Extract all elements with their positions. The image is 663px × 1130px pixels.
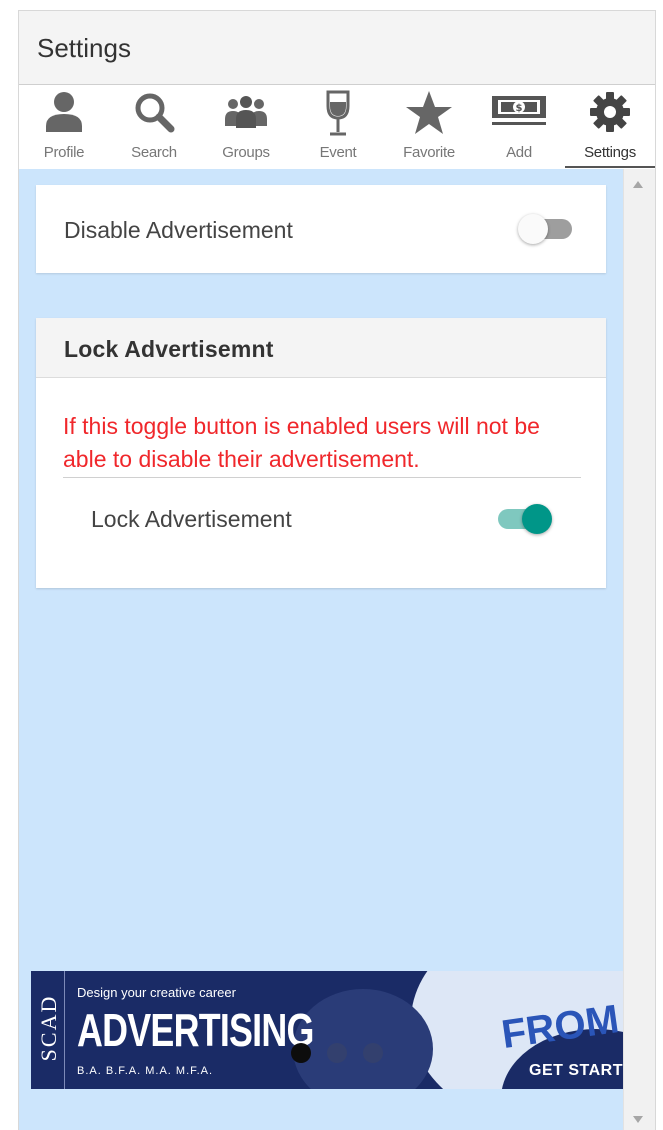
- dollar-bill-icon: $: [492, 96, 546, 125]
- ad-degrees: B.A. B.F.A. M.A. M.F.A.: [77, 1065, 214, 1077]
- tab-event[interactable]: Event: [293, 86, 383, 168]
- disable-advertisement-label: Disable Advertisement: [64, 217, 293, 243]
- tab-label: Groups: [222, 144, 270, 161]
- settings-content: Disable Advertisement Lock Advertisemnt …: [19, 169, 655, 1130]
- lock-card-header: Lock Advertisemnt: [36, 318, 606, 378]
- toggle-knob: [518, 214, 548, 244]
- lock-advertisement-card: Lock Advertisemnt If this toggle button …: [36, 318, 606, 588]
- gear-icon: [590, 92, 630, 132]
- scroll-down-arrow-icon[interactable]: [633, 1116, 643, 1123]
- lock-advertisement-toggle[interactable]: [494, 504, 552, 534]
- lock-advertisement-label: Lock Advertisement: [91, 506, 292, 532]
- tab-label: Add: [506, 144, 532, 161]
- tab-profile[interactable]: Profile: [19, 86, 109, 168]
- tab-label: Search: [131, 144, 177, 161]
- lock-warning-text: If this toggle button is enabled users w…: [63, 410, 581, 478]
- wine-glass-icon: [326, 90, 350, 136]
- tab-label: Profile: [43, 144, 85, 161]
- ad-artwork-word: FROM: [499, 997, 622, 1055]
- settings-window: Settings Profile Search Groups Event Fav…: [18, 10, 656, 1130]
- groups-icon: [225, 96, 267, 128]
- tab-favorite[interactable]: Favorite: [384, 86, 474, 168]
- tab-search[interactable]: Search: [109, 86, 199, 168]
- carousel-dot-2[interactable]: [327, 1043, 347, 1063]
- person-icon: [46, 92, 82, 132]
- carousel-dot-3[interactable]: [363, 1043, 383, 1063]
- tab-label: Favorite: [403, 144, 455, 161]
- scroll-up-arrow-icon[interactable]: [633, 181, 643, 188]
- app-header: Settings: [19, 11, 655, 85]
- ad-brand-logo: SCAD: [36, 994, 61, 1062]
- tab-add[interactable]: $ Add: [474, 86, 564, 168]
- advertisement-banner[interactable]: FROM SCAD Design your creative career AD…: [31, 971, 655, 1089]
- tab-label: Settings: [584, 144, 636, 161]
- ad-tagline: Design your creative career: [77, 985, 236, 1000]
- svg-text:$: $: [516, 103, 523, 114]
- disable-advertisement-card: Disable Advertisement: [36, 185, 606, 273]
- tab-settings[interactable]: Settings: [565, 86, 655, 168]
- search-icon: [135, 93, 175, 133]
- tab-label: Event: [319, 144, 357, 161]
- toggle-knob: [522, 504, 552, 534]
- vertical-scrollbar[interactable]: [623, 169, 655, 1130]
- lock-card-heading: Lock Advertisemnt: [64, 336, 274, 362]
- tab-bar: Profile Search Groups Event Favorite $ A…: [19, 86, 655, 168]
- page-title: Settings: [37, 33, 131, 63]
- disable-advertisement-toggle[interactable]: [518, 214, 576, 244]
- carousel-dot-1[interactable]: [291, 1043, 311, 1063]
- ad-headline: ADVERTISING: [77, 1004, 314, 1056]
- tab-groups[interactable]: Groups: [201, 86, 291, 168]
- ad-artwork-text: FROM: [499, 997, 622, 1055]
- star-icon: [406, 91, 452, 134]
- ad-brand-bar: SCAD: [31, 971, 65, 1089]
